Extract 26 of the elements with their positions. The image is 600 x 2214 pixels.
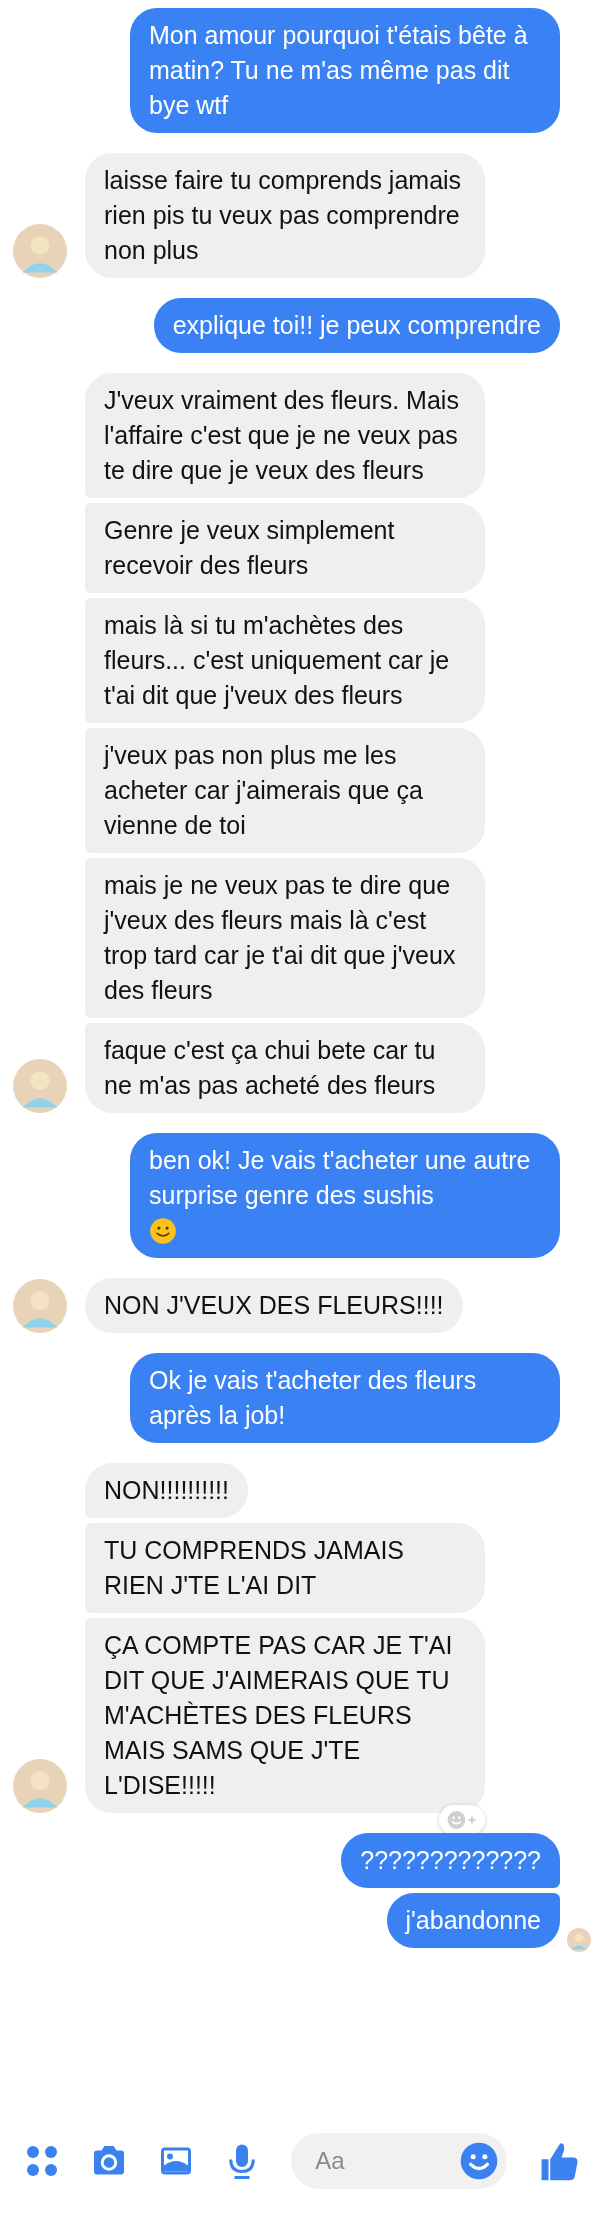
message-bubble: mais là si tu m'achètes des fleurs... c'est uniquement car je t'ai dit que j'veux des fleurs xyxy=(85,598,485,723)
message-bubble: mais je ne veux pas te dire que j'veux des fleurs mais là c'est trop tard car je t'ai dit que j'veux des fleurs xyxy=(85,858,485,1018)
message-bubble: J'veux vraiment des fleurs. Mais l'affaire c'est que je ne veux pas te dire que je veux des fleurs xyxy=(85,373,485,498)
add-reaction-button[interactable] xyxy=(439,1805,485,1835)
message-bubble: NON!!!!!!!!!! xyxy=(85,1463,248,1518)
message-bubble: laisse faire tu comprends jamais rien pis tu veux pas comprendre non plus xyxy=(85,153,485,278)
add-reaction-icon xyxy=(446,1810,478,1830)
message-bubble: Genre je veux simplement recevoir des fleurs xyxy=(85,503,485,593)
message-bubble: ben ok! Je vais t'acheter une autre surprise genre des sushis xyxy=(130,1133,560,1258)
message-bubble: j'abandonne xyxy=(386,1893,560,1948)
message-bubble: explique toi!! je peux comprendre xyxy=(153,298,560,353)
message-bubble: Ok je vais t'acheter des fleurs après la job! xyxy=(130,1353,560,1443)
more-apps-icon[interactable] xyxy=(24,2143,60,2179)
avatar xyxy=(13,1059,67,1113)
message-field[interactable]: Aa xyxy=(291,2133,508,2189)
message-bubble: faque c'est ça chui bete car tu ne m'as pas acheté des fleurs xyxy=(85,1023,485,1113)
message-bubble: ????????????? xyxy=(341,1833,560,1888)
avatar xyxy=(13,1279,67,1333)
message-bubble: NON J'VEUX DES FLEURS!!!! xyxy=(85,1278,463,1333)
message-bubble: ÇA COMPTE PAS CAR JE T'AI DIT QUE J'AIMERAIS QUE TU M'ACHÈTES DES FLEURS MAIS SAMS QUE J'TE L'DISE!!!!! xyxy=(85,1618,485,1813)
avatar xyxy=(13,224,67,278)
avatar xyxy=(13,1759,67,1813)
message-bubble: j'veux pas non plus me les acheter car j'aimerais que ça vienne de toi xyxy=(85,728,485,853)
message-bubble: TU COMPRENDS JAMAIS RIEN J'TE L'AI DIT xyxy=(85,1523,485,1613)
message-bubble: Mon amour pourquoi t'étais bête à matin? Tu ne m'as même pas dit bye wtf xyxy=(130,8,560,133)
emoji-icon[interactable] xyxy=(459,2141,500,2181)
